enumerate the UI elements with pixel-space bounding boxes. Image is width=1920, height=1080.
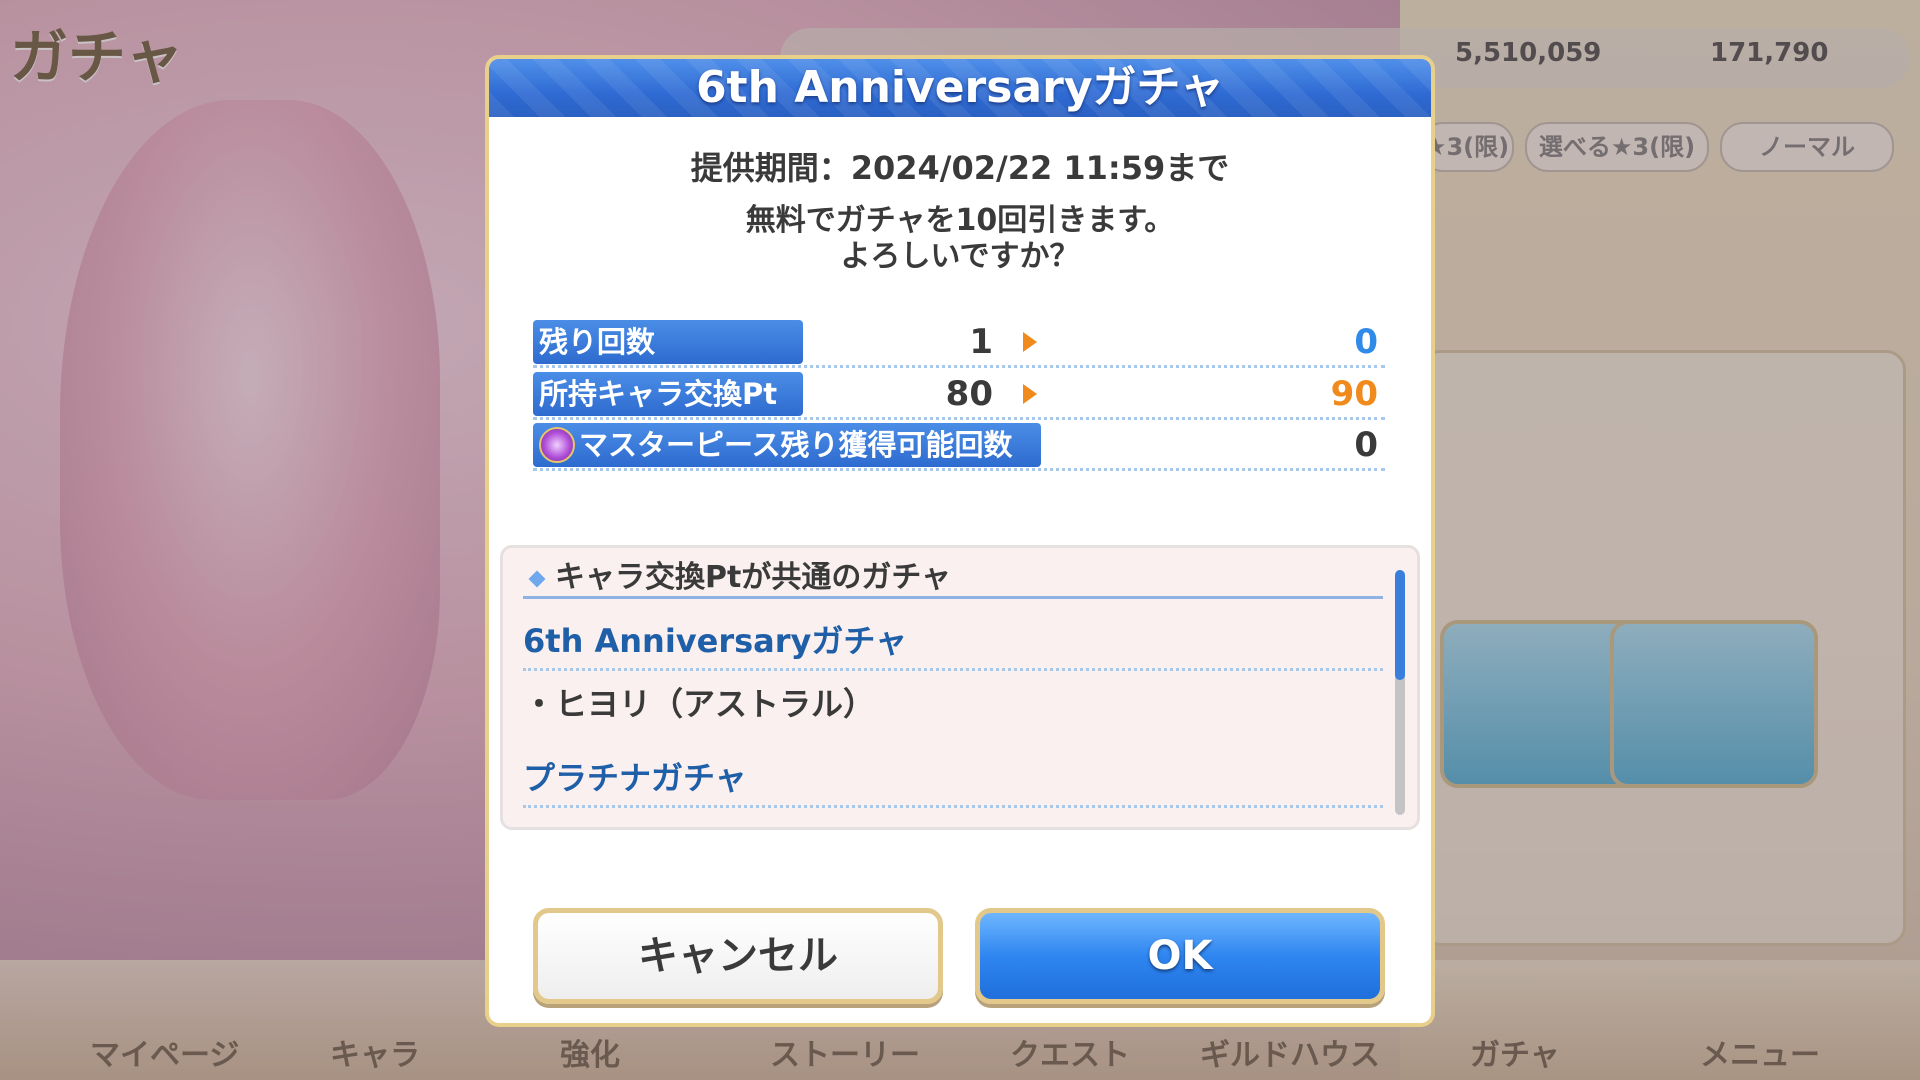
list-item-character: ・ヒヨリ（アストラル） [523, 685, 876, 723]
offer-period: 提供期間：2024/02/22 11:59まで [690, 149, 1230, 187]
list-header-label: キャラ交換Ptが共通のガチャ [555, 560, 952, 595]
stat-before-value: 1 [969, 322, 993, 362]
stat-after-value: 0 [1354, 322, 1378, 362]
list-item-gacha: プラチナガチャ [523, 753, 1383, 808]
stat-divider [533, 468, 1385, 471]
cancel-button[interactable]: キャンセル [533, 908, 943, 1004]
stat-label: 所持キャラ交換Pt [533, 372, 803, 416]
list-item-gacha: 6th Anniversaryガチャ [523, 616, 1383, 671]
confirm-message: 無料でガチャを10回引きます。 よろしいですか？ [485, 203, 1435, 275]
arrow-right-icon [1023, 332, 1037, 352]
stat-label: マスターピース残り獲得可能回数 [533, 423, 1041, 467]
shared-gacha-list[interactable]: キャラ交換Ptが共通のガチャ 6th Anniversaryガチャ ・ヒヨリ（ア… [500, 545, 1420, 830]
stat-before-value: 80 [945, 374, 993, 414]
arrow-right-icon [1023, 384, 1037, 404]
stat-divider [533, 417, 1385, 420]
dialog-title: 6th Anniversaryガチャ [695, 62, 1225, 113]
list-header: キャラ交換Ptが共通のガチャ [523, 560, 1383, 599]
stat-exchange-pt: 所持キャラ交換Pt 80 90 [533, 372, 1385, 420]
stat-divider [533, 365, 1385, 368]
stat-label: 残り回数 [533, 320, 803, 364]
stat-remaining-draws: 残り回数 1 0 [533, 320, 1385, 368]
stat-after-value: 90 [1330, 374, 1378, 414]
stat-masterpiece: マスターピース残り獲得可能回数 0 [533, 423, 1385, 471]
diamond-icon [528, 570, 546, 587]
ok-button[interactable]: OK [975, 908, 1385, 1004]
confirm-message-line1: 無料でガチャを10回引きます。 [745, 203, 1175, 238]
stat-value: 0 [1354, 425, 1378, 465]
gacha-confirm-dialog: 6th Anniversaryガチャ 提供期間：2024/02/22 11:59… [485, 55, 1435, 1029]
list-scrollbar[interactable] [1395, 570, 1405, 815]
list-scroll-thumb[interactable] [1395, 570, 1405, 680]
masterpiece-icon [539, 427, 575, 463]
confirm-message-line2: よろしいですか？ [840, 239, 1080, 274]
